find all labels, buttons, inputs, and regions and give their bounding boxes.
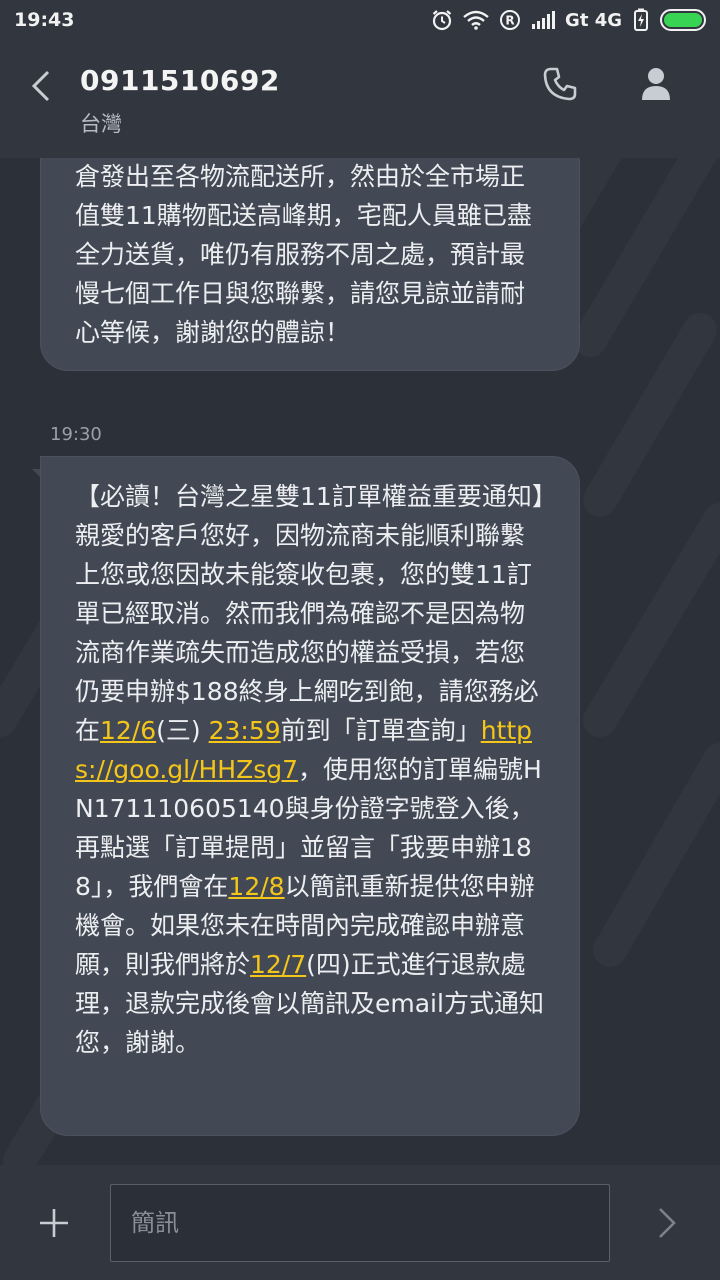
message-bubble[interactable]: 【必讀！台灣之星雙11訂單權益重要通知】親愛的客戶您好，因物流商未能順利聯繫上您… [40, 456, 580, 1136]
compose-bar [0, 1165, 720, 1280]
message-bubble[interactable]: 倉發出至各物流配送所，然由於全市場正值雙11購物配送高峰期，宅配人員雖已盡全力送… [40, 158, 580, 371]
send-chevron-icon[interactable] [652, 1205, 682, 1241]
svg-text:R: R [505, 14, 514, 28]
phone-icon[interactable] [542, 66, 578, 102]
person-icon[interactable] [638, 66, 674, 102]
contact-region: 台灣 [80, 112, 122, 136]
message-timestamp: 19:30 [50, 424, 102, 445]
status-bar: 19:43 R Gt 4G [0, 0, 720, 40]
network-label: Gt 4G [565, 9, 622, 31]
battery-saver-icon [634, 8, 648, 31]
battery-icon [660, 9, 706, 31]
back-arrow-icon[interactable] [24, 66, 60, 106]
message-text: 倉發出至各物流配送所，然由於全市場正值雙11購物配送高峰期，宅配人員雖已盡全力送… [75, 162, 532, 347]
message-text: 前到「訂單查詢」 [280, 716, 481, 745]
conversation-header: 0911510692 台灣 [0, 40, 720, 158]
signal-icon [532, 11, 556, 29]
status-time: 19:43 [14, 9, 75, 31]
message-input[interactable] [110, 1184, 610, 1262]
message-link[interactable]: 12/8 [228, 872, 284, 901]
message-link[interactable]: 12/7 [250, 950, 306, 979]
wifi-icon [463, 10, 489, 30]
message-text: (三) [156, 716, 209, 745]
alarm-icon [432, 10, 452, 31]
message-link[interactable]: 12/6 [100, 716, 156, 745]
roaming-icon: R [500, 10, 521, 30]
message-text: 【必讀！台灣之星雙11訂單權益重要通知】親愛的客戶您好，因物流商未能順利聯繫上您… [75, 482, 545, 745]
message-link[interactable]: 23:59 [209, 716, 281, 745]
contact-number: 0911510692 [80, 64, 280, 97]
plus-icon[interactable] [36, 1205, 72, 1241]
status-icons: R Gt 4G [431, 8, 708, 32]
message-list[interactable]: 倉發出至各物流配送所，然由於全市場正值雙11購物配送高峰期，宅配人員雖已盡全力送… [0, 158, 720, 1165]
